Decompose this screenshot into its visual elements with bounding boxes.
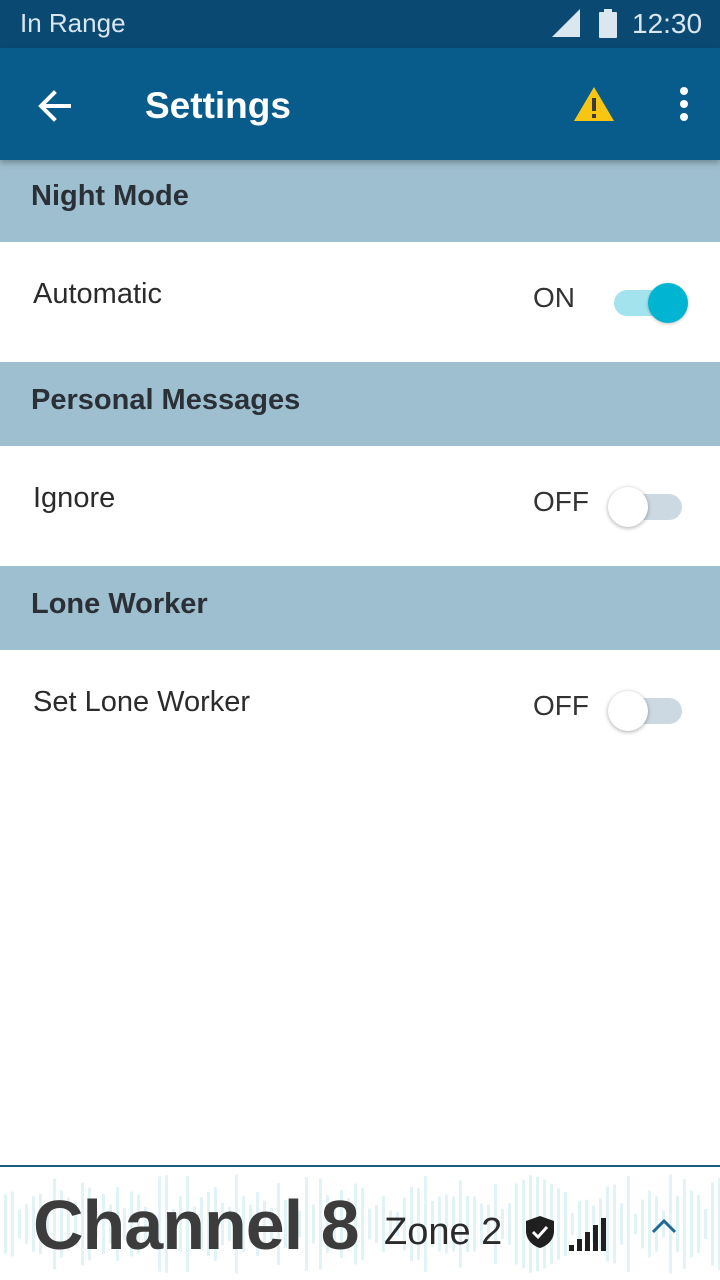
shield-check-icon [526, 1216, 554, 1248]
channel-bar[interactable]: Channel 8 Zone 2 [0, 1165, 720, 1280]
network-status-label: In Range [20, 8, 126, 38]
page-title: Settings [145, 85, 291, 126]
automatic-toggle[interactable] [606, 280, 690, 326]
ignore-toggle[interactable] [606, 484, 690, 530]
chevron-up-icon [651, 1218, 677, 1234]
setting-label: Set Lone Worker [33, 686, 251, 718]
warning-button[interactable] [566, 78, 622, 130]
section-header-lone-worker: Lone Worker [0, 566, 720, 650]
setting-row-lone-worker[interactable]: Set Lone Worker OFF [0, 650, 720, 770]
app-bar: Settings [0, 48, 720, 160]
setting-label: Automatic [33, 278, 162, 310]
arrow-back-icon [38, 90, 71, 122]
setting-label: Ignore [33, 482, 116, 514]
warning-icon [574, 87, 614, 121]
signal-bars-icon [569, 1218, 606, 1251]
setting-row-ignore[interactable]: Ignore OFF [0, 446, 720, 566]
back-button[interactable] [26, 78, 82, 134]
toggle-thumb [648, 283, 688, 323]
setting-state: ON [533, 282, 575, 313]
setting-row-automatic[interactable]: Automatic ON [0, 242, 720, 362]
battery-icon [599, 9, 617, 38]
cell-signal-icon [552, 9, 580, 37]
zone-name: Zone 2 [384, 1211, 503, 1253]
channel-name: Channel 8 [33, 1186, 360, 1264]
setting-state: OFF [533, 486, 589, 517]
toggle-thumb [608, 691, 648, 731]
lone-worker-toggle[interactable] [606, 688, 690, 734]
setting-state: OFF [533, 690, 589, 721]
clock: 12:30 [632, 8, 703, 39]
status-bar: In Range 12:30 [0, 0, 720, 48]
section-header-night-mode: Night Mode [0, 160, 720, 242]
section-title: Personal Messages [31, 384, 301, 416]
section-title: Lone Worker [31, 588, 208, 620]
toggle-thumb [608, 487, 648, 527]
more-options-button[interactable] [664, 78, 704, 130]
more-vert-icon [680, 87, 688, 121]
section-header-personal-messages: Personal Messages [0, 362, 720, 446]
expand-button[interactable] [644, 1211, 684, 1241]
section-title: Night Mode [31, 180, 189, 212]
